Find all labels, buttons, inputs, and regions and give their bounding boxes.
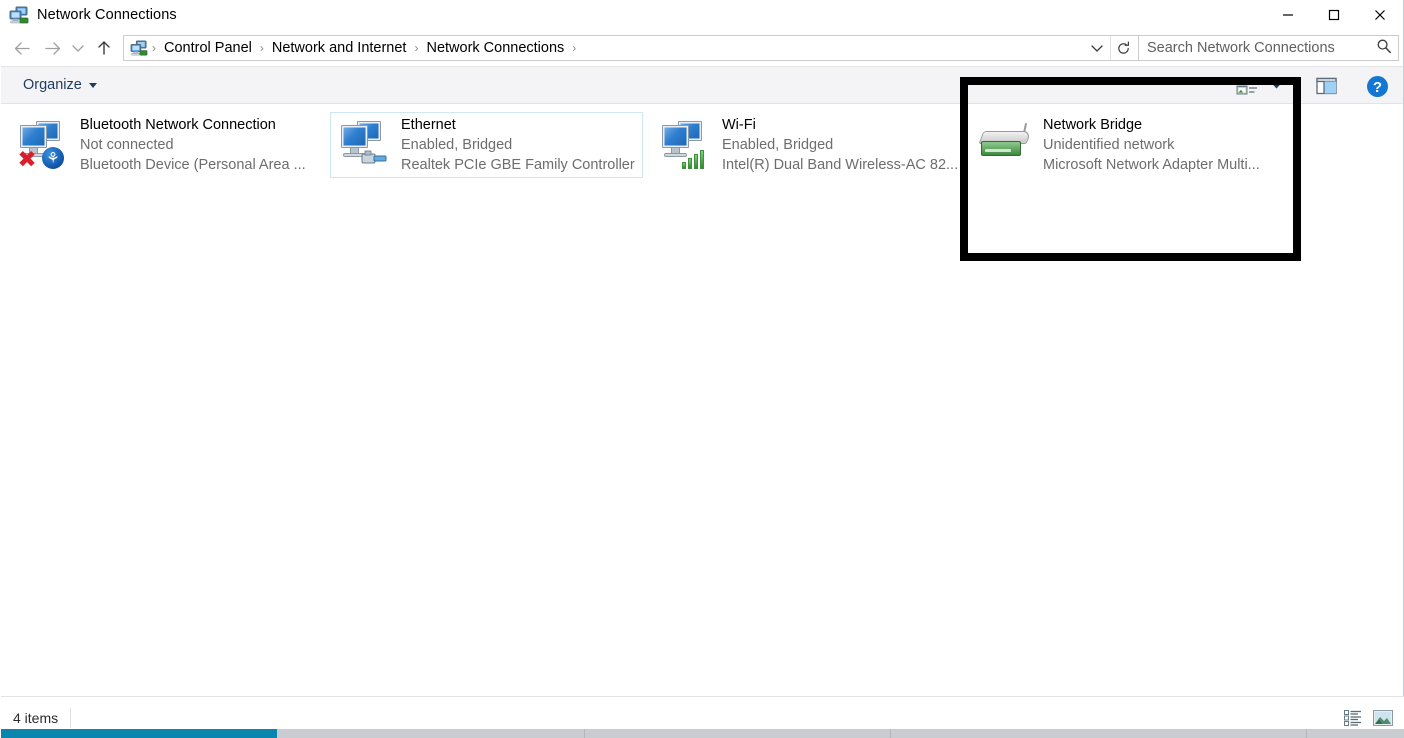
connection-name: Ethernet [401, 117, 456, 133]
large-icons-view-icon[interactable] [1371, 707, 1395, 729]
forward-button[interactable] [37, 33, 67, 63]
breadcrumb-item-network-and-internet[interactable]: Network and Internet [266, 38, 413, 58]
horizontal-scrollbar[interactable] [1, 729, 1404, 738]
view-mode-buttons [1341, 707, 1395, 729]
connection-tile-ethernet[interactable]: Ethernet Enabled, Bridged Realtek PCIe G… [330, 112, 643, 178]
address-bar: › Control Panel › Network and Internet ›… [1, 30, 1403, 66]
connection-device: Intel(R) Dual Band Wireless-AC 82... [722, 157, 957, 173]
details-view-icon[interactable] [1341, 707, 1365, 729]
maximize-button[interactable] [1311, 0, 1357, 30]
back-button[interactable] [7, 33, 37, 63]
window-controls [1265, 0, 1403, 30]
status-divider [70, 707, 72, 728]
search-icon[interactable] [1376, 38, 1392, 59]
connection-status: Enabled, Bridged [401, 137, 513, 153]
connection-status: Not connected [80, 137, 174, 153]
connection-name: Network Bridge [1043, 117, 1143, 133]
connection-tile-wifi[interactable]: Wi-Fi Enabled, Bridged Intel(R) Dual Ban… [651, 112, 964, 178]
connection-info: Wi-Fi Enabled, Bridged Intel(R) Dual Ban… [722, 115, 957, 175]
minimize-button[interactable] [1265, 0, 1311, 30]
view-options-icon[interactable] [1229, 69, 1265, 103]
search-input[interactable] [1147, 40, 1376, 56]
refresh-button[interactable] [1110, 36, 1136, 60]
connections-list: ✖ ⚘ Bluetooth Network Connection Not con… [1, 104, 1403, 696]
window-title: Network Connections [37, 7, 177, 23]
address-dropdown-button[interactable] [1084, 36, 1110, 60]
close-button[interactable] [1357, 0, 1403, 30]
recent-locations-button[interactable] [67, 33, 89, 63]
network-adapter-icon: ✖ ⚘ [16, 119, 70, 173]
ethernet-cable-badge-icon [361, 147, 389, 167]
connection-info: Bluetooth Network Connection Not connect… [80, 115, 306, 175]
breadcrumb-separator[interactable]: › [150, 41, 158, 55]
wifi-signal-badge-icon [682, 145, 710, 169]
connection-device: Bluetooth Device (Personal Area ... [80, 157, 306, 173]
view-dropdown-button[interactable] [1265, 69, 1287, 103]
scrollbar-thumb[interactable] [1, 729, 277, 738]
connection-status: Enabled, Bridged [722, 137, 834, 153]
search-box[interactable] [1139, 35, 1399, 61]
network-adapter-icon [658, 119, 712, 171]
title-bar: Network Connections [1, 0, 1403, 30]
connection-info: Network Bridge Unidentified network Micr… [1043, 115, 1260, 175]
connection-status: Unidentified network [1043, 137, 1175, 153]
connection-tiles: ✖ ⚘ Bluetooth Network Connection Not con… [1, 104, 1403, 180]
breadcrumb-separator[interactable]: › [258, 41, 266, 55]
item-count-label: 4 items [13, 709, 59, 726]
command-bar-right-group: ? [1229, 67, 1395, 105]
connection-info: Ethernet Enabled, Bridged Realtek PCIe G… [401, 115, 635, 175]
connection-tile-network-bridge[interactable]: Network Bridge Unidentified network Micr… [972, 112, 1285, 178]
breadcrumb-separator[interactable]: › [412, 41, 420, 55]
organize-label: Organize [23, 77, 82, 93]
connection-tile-bluetooth[interactable]: ✖ ⚘ Bluetooth Network Connection Not con… [9, 112, 322, 178]
organize-button[interactable]: Organize [15, 73, 105, 97]
help-icon[interactable]: ? [1359, 69, 1395, 103]
preview-pane-button[interactable] [1309, 69, 1345, 103]
network-connections-icon [130, 40, 148, 56]
chevron-down-icon [88, 82, 97, 88]
connection-name: Bluetooth Network Connection [80, 117, 276, 133]
red-x-icon: ✖ [17, 147, 37, 173]
connection-device: Microsoft Network Adapter Multi... [1043, 157, 1260, 173]
breadcrumb[interactable]: › Control Panel › Network and Internet ›… [123, 35, 1139, 61]
breadcrumb-item-control-panel[interactable]: Control Panel [158, 38, 258, 58]
command-bar: Organize ? [1, 66, 1403, 104]
breadcrumb-separator[interactable]: › [570, 41, 578, 55]
up-button[interactable] [89, 33, 119, 63]
network-connections-window: Network Connections › Control Panel › Ne… [0, 0, 1404, 738]
breadcrumb-item-network-connections[interactable]: Network Connections [420, 38, 570, 58]
network-adapter-icon [337, 119, 391, 171]
svg-text:?: ? [1372, 79, 1381, 96]
network-bridge-icon [978, 119, 1033, 171]
connection-device: Realtek PCIe GBE Family Controller [401, 157, 635, 173]
bluetooth-badge-icon: ⚘ [42, 147, 64, 169]
connection-name: Wi-Fi [722, 117, 756, 133]
network-connections-icon [9, 6, 29, 24]
